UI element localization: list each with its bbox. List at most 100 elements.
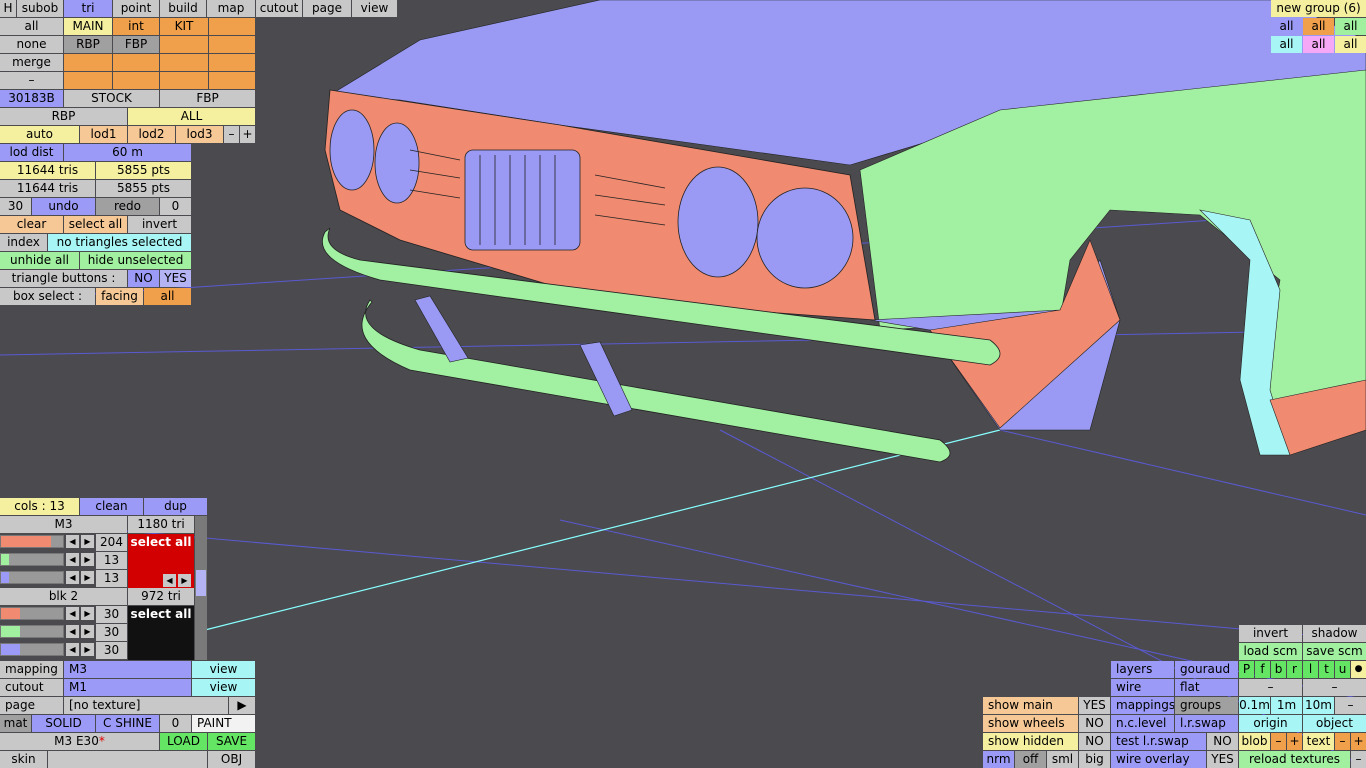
lod2-button[interactable]: lod2 — [128, 126, 175, 143]
rbp-button[interactable]: RBP — [64, 36, 112, 53]
solid-button[interactable]: SOLID — [32, 715, 95, 732]
material-swatch-select-all[interactable]: select all — [128, 606, 194, 660]
reload-dash-button[interactable]: – — [1351, 751, 1366, 768]
material-name[interactable]: blk 2 — [0, 588, 127, 605]
increase-arrow-icon[interactable]: ▶ — [81, 607, 94, 620]
model-id[interactable]: 30183B — [0, 90, 63, 107]
off-button[interactable]: off — [1015, 751, 1046, 768]
text-minus-button[interactable]: – — [1335, 733, 1350, 750]
lod-dist-value[interactable]: 60 m — [64, 144, 191, 161]
group-all-button[interactable]: all — [1303, 36, 1334, 53]
page-menu[interactable]: page — [303, 0, 351, 17]
decrease-arrow-icon[interactable]: ◀ — [66, 571, 79, 584]
scrollbar-thumb[interactable] — [196, 570, 206, 596]
grid-10m-button[interactable]: 10m — [1303, 697, 1334, 714]
new-group-button[interactable]: new group (6) — [1271, 0, 1366, 17]
decrease-arrow-icon[interactable]: ◀ — [66, 625, 79, 638]
text-plus-button[interactable]: + — [1351, 733, 1366, 750]
tri-buttons-yes[interactable]: YES — [160, 270, 191, 287]
select-all-button[interactable]: all — [0, 18, 63, 35]
view-b-button[interactable]: b — [1271, 661, 1286, 678]
slot-button[interactable] — [209, 54, 255, 71]
int-button[interactable]: int — [113, 18, 159, 35]
view-r-button[interactable]: r — [1287, 661, 1302, 678]
merge-button[interactable]: merge — [0, 54, 63, 71]
cutout-menu[interactable]: cutout — [256, 0, 302, 17]
dash-button[interactable]: – — [1303, 679, 1366, 696]
undo-button[interactable]: undo — [32, 198, 95, 215]
increase-arrow-icon[interactable]: ▶ — [81, 643, 94, 656]
view-menu[interactable]: view — [352, 0, 397, 17]
grid-dash-button[interactable]: – — [1335, 697, 1366, 714]
cutout-value[interactable]: M1 — [64, 679, 191, 696]
layers-button[interactable]: layers — [1111, 661, 1174, 678]
big-button[interactable]: big — [1079, 751, 1110, 768]
redo-button[interactable]: redo — [96, 198, 159, 215]
clean-button[interactable]: clean — [80, 498, 143, 515]
material-name[interactable]: M3 — [0, 516, 127, 533]
decrease-arrow-icon[interactable]: ◀ — [66, 607, 79, 620]
show-hidden-button[interactable]: show hidden — [983, 733, 1078, 750]
slot-button[interactable] — [209, 18, 255, 35]
slot-button[interactable] — [209, 72, 255, 89]
decrease-arrow-icon[interactable]: ◀ — [66, 535, 79, 548]
red-slider[interactable] — [0, 607, 64, 620]
green-slider[interactable] — [0, 553, 64, 566]
blob-minus-button[interactable]: – — [1271, 733, 1286, 750]
test-lr-swap-button[interactable]: test l.r.swap — [1111, 733, 1206, 750]
cutout-view-button[interactable]: view — [192, 679, 255, 696]
view-f-button[interactable]: f — [1255, 661, 1270, 678]
decrease-arrow-icon[interactable]: ◀ — [163, 574, 176, 587]
save-button[interactable]: SAVE — [208, 733, 255, 750]
view-p-button[interactable]: P — [1239, 661, 1254, 678]
skin-field[interactable] — [48, 751, 207, 768]
nrm-button[interactable]: nrm — [983, 751, 1014, 768]
wire-overlay-button[interactable]: wire overlay — [1111, 751, 1206, 768]
show-main-value[interactable]: YES — [1079, 697, 1110, 714]
wire-overlay-value[interactable]: YES — [1207, 751, 1238, 768]
grid-0-1m-button[interactable]: 0.1m — [1239, 697, 1270, 714]
mapping-view-button[interactable]: view — [192, 661, 255, 678]
group-all-button[interactable]: all — [1271, 36, 1302, 53]
red-slider[interactable] — [0, 535, 64, 548]
obj-button[interactable]: OBJ — [208, 751, 255, 768]
increase-arrow-icon[interactable]: ▶ — [178, 574, 191, 587]
slot-button[interactable] — [113, 54, 159, 71]
stock-button[interactable]: STOCK — [64, 90, 159, 107]
blob-plus-button[interactable]: + — [1287, 733, 1302, 750]
select-none-button[interactable]: none — [0, 36, 63, 53]
text-button[interactable]: text — [1303, 733, 1334, 750]
all-model-button[interactable]: ALL — [128, 108, 255, 125]
lod-plus-button[interactable]: + — [240, 126, 255, 143]
blue-slider[interactable] — [0, 571, 64, 584]
h-button[interactable]: H — [0, 0, 16, 17]
tri-menu[interactable]: tri — [64, 0, 112, 17]
build-menu[interactable]: build — [160, 0, 206, 17]
page-value[interactable]: [no texture] — [64, 697, 228, 714]
load-button[interactable]: LOAD — [160, 733, 207, 750]
reload-textures-button[interactable]: reload textures — [1239, 751, 1350, 768]
invert-normals-button[interactable]: invert — [1239, 625, 1302, 642]
paint-field[interactable]: PAINT — [192, 715, 255, 732]
slot-button[interactable] — [160, 54, 208, 71]
group-all-button[interactable]: all — [1335, 36, 1366, 53]
lod-minus-button[interactable]: – — [224, 126, 239, 143]
main-button[interactable]: MAIN — [64, 18, 112, 35]
group-all-button[interactable]: all — [1335, 18, 1366, 35]
rbp-model-button[interactable]: RBP — [0, 108, 127, 125]
increase-arrow-icon[interactable]: ▶ — [81, 535, 94, 548]
flat-button[interactable]: flat — [1175, 679, 1238, 696]
lod-auto-button[interactable]: auto — [0, 126, 79, 143]
lod3-button[interactable]: lod3 — [176, 126, 223, 143]
material-scrollbar[interactable] — [195, 516, 207, 660]
view-l-button[interactable]: l — [1303, 661, 1318, 678]
clear-button[interactable]: clear — [0, 216, 63, 233]
gouraud-button[interactable]: gouraud — [1175, 661, 1238, 678]
dash-button[interactable]: – — [0, 72, 63, 89]
show-hidden-value[interactable]: NO — [1079, 733, 1110, 750]
lr-swap-button[interactable]: l.r.swap — [1175, 715, 1238, 732]
lod1-button[interactable]: lod1 — [80, 126, 127, 143]
green-slider[interactable] — [0, 625, 64, 638]
blue-slider[interactable] — [0, 643, 64, 656]
show-wheels-button[interactable]: show wheels — [983, 715, 1078, 732]
